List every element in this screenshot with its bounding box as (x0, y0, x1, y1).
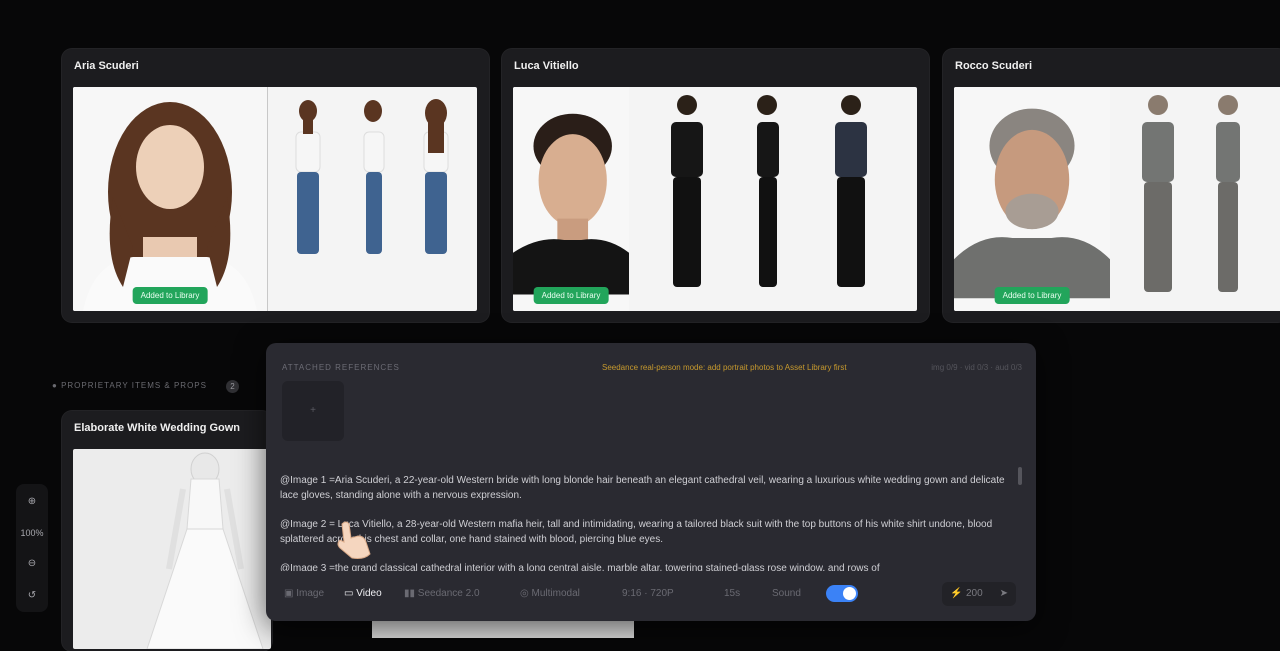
credit-cost: 200 (966, 588, 983, 599)
partial-card (372, 620, 634, 638)
prop-card-wedding-gown[interactable]: Elaborate White Wedding Gown (62, 411, 272, 651)
card-title: Aria Scuderi (74, 60, 139, 72)
ratio-selector[interactable]: 9:16 · 720P (622, 588, 674, 599)
reference-counts: img 0/9 · vid 0/3 · aud 0/3 (931, 363, 1022, 372)
plus-icon: + (310, 405, 316, 416)
hand-cursor-icon (337, 521, 371, 559)
warning-text: Seedance real-person mode: add portrait … (602, 363, 847, 372)
generate-button[interactable]: ⚡ 200 ➤ (942, 582, 1016, 606)
image-mode-button[interactable]: ▣ Image (284, 588, 324, 599)
character-sheet-image: Added to Library (954, 87, 1280, 311)
model-selector[interactable]: ▮▮ Seedance 2.0 (404, 588, 480, 599)
character-card-aria[interactable]: Aria Scuderi Added to Library (62, 49, 489, 322)
card-title: Rocco Scuderi (955, 60, 1033, 72)
prompt-panel: ATTACHED REFERENCES Seedance real-person… (266, 343, 1036, 621)
zoom-in-icon[interactable]: ⊕ (16, 496, 48, 507)
prompt-paragraph: @Image 3 =the grand classical cathedral … (280, 563, 880, 571)
character-sheet-image: Added to Library (513, 87, 917, 311)
card-title: Luca Vitiello (514, 60, 579, 72)
sound-toggle[interactable] (826, 585, 858, 602)
video-icon: ▭ (344, 588, 357, 599)
multimodal-icon: ◎ (520, 588, 532, 599)
send-icon: ➤ (999, 588, 1008, 599)
mode-selector[interactable]: ◎ Multimodal (520, 588, 580, 599)
model-icon: ▮▮ (404, 588, 418, 599)
add-reference-slot[interactable]: + (282, 381, 344, 441)
character-sheet-image: Added to Library (73, 87, 477, 311)
prompt-paragraph: @Image 2 = Luca Vitiello, a 28-year-old … (280, 519, 993, 545)
reset-icon[interactable]: ↺ (16, 590, 48, 601)
added-to-library-badge: Added to Library (132, 287, 208, 304)
prompt-paragraph: @Image 1 =Aria Scuderi, a 22-year-old We… (280, 475, 1005, 501)
zoom-controls: ⊕ 100% ⊖ ↺ (16, 484, 48, 612)
added-to-library-badge: Added to Library (533, 287, 609, 304)
portrait-image: Added to Library (73, 87, 267, 311)
turnaround-image (1110, 87, 1280, 311)
prompt-textarea[interactable]: @Image 1 =Aria Scuderi, a 22-year-old We… (280, 473, 1010, 571)
turnaround-image (268, 87, 477, 311)
prop-image (73, 449, 271, 649)
character-card-luca[interactable]: Luca Vitiello Added to Library (502, 49, 929, 322)
attached-references-header: ATTACHED REFERENCES (282, 363, 400, 372)
turnaround-image (629, 87, 917, 311)
lightning-icon: ⚡ (950, 588, 963, 599)
card-title: Elaborate White Wedding Gown (74, 422, 241, 434)
portrait-image: Added to Library (954, 87, 1110, 311)
section-label: ● PROPRIETARY ITEMS & PROPS (52, 381, 207, 390)
scrollbar[interactable] (1018, 467, 1022, 485)
zoom-level: 100% (20, 528, 44, 538)
sound-label: Sound (772, 588, 801, 599)
video-mode-button[interactable]: ▭ Video (344, 588, 382, 599)
portrait-image: Added to Library (513, 87, 629, 311)
added-to-library-badge: Added to Library (994, 287, 1070, 304)
image-icon: ▣ (284, 588, 297, 599)
duration-selector[interactable]: 15s (724, 588, 740, 599)
character-card-rocco[interactable]: Rocco Scuderi Added to Library (943, 49, 1280, 322)
section-count-badge: 2 (226, 380, 239, 393)
zoom-out-icon[interactable]: ⊖ (16, 558, 48, 569)
